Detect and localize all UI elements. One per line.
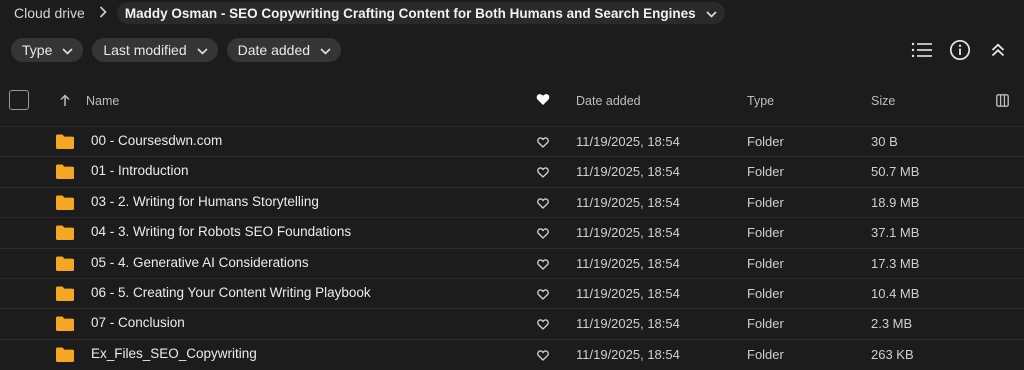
table-row[interactable]: 04 - 3. Writing for Robots SEO Foundatio… [0, 217, 1024, 247]
heart-outline-icon[interactable] [537, 166, 549, 181]
heart-outline-icon[interactable] [537, 197, 549, 212]
breadcrumb-current-folder[interactable]: Maddy Osman - SEO Copywriting Crafting C… [116, 2, 725, 24]
select-all-checkbox[interactable] [9, 90, 29, 110]
file-size: 2.3 MB [871, 316, 913, 332]
date-added: 11/19/2025, 18:54 [576, 225, 680, 241]
table-row[interactable]: 05 - 4. Generative AI Considerations 11/… [0, 247, 1024, 278]
column-header-size[interactable]: Size [871, 94, 895, 108]
folder-icon [56, 347, 74, 365]
folder-icon [56, 225, 74, 243]
file-size: 37.1 MB [871, 225, 920, 241]
chevron-down-icon [706, 6, 717, 21]
breadcrumb-root[interactable]: Cloud drive [12, 5, 87, 21]
heart-outline-icon[interactable] [537, 288, 549, 303]
filter-last-modified-label: Last modified [103, 42, 187, 58]
file-size: 17.3 MB [871, 255, 920, 271]
file-type: Folder [747, 164, 784, 180]
folder-icon [56, 164, 74, 182]
view-toolbar [910, 38, 1010, 62]
file-list: 00 - Coursesdwn.com 11/19/2025, 18:54 Fo… [0, 126, 1024, 369]
file-name[interactable]: 06 - 5. Creating Your Content Writing Pl… [91, 285, 371, 300]
heart-outline-icon[interactable] [537, 227, 549, 242]
file-type: Folder [747, 285, 784, 301]
filter-last-modified[interactable]: Last modified [92, 38, 218, 62]
date-added: 11/19/2025, 18:54 [576, 285, 680, 301]
list-view-icon[interactable] [910, 38, 934, 62]
chevron-down-icon [320, 42, 331, 58]
table-row[interactable]: 01 - Introduction 11/19/2025, 18:54 Fold… [0, 156, 1024, 186]
file-size: 30 B [871, 134, 898, 149]
file-name[interactable]: 05 - 4. Generative AI Considerations [91, 255, 309, 270]
heart-outline-icon[interactable] [537, 136, 549, 151]
folder-icon [56, 256, 74, 274]
column-header-name[interactable]: Name [86, 94, 119, 108]
file-size: 50.7 MB [871, 164, 920, 180]
chevron-right-icon [99, 5, 107, 21]
sort-ascending-icon[interactable] [59, 94, 71, 110]
file-name[interactable]: 01 - Introduction [91, 163, 189, 178]
folder-icon [56, 134, 74, 152]
file-type: Folder [747, 346, 784, 362]
date-added: 11/19/2025, 18:54 [576, 346, 680, 362]
chevron-down-icon [197, 42, 208, 58]
folder-icon [56, 316, 74, 334]
info-icon[interactable] [948, 38, 972, 62]
filter-bar: Type Last modified Date added [11, 38, 342, 62]
file-size: 263 KB [871, 346, 914, 362]
file-type: Folder [747, 194, 784, 210]
favourite-heart-icon[interactable] [536, 93, 550, 109]
file-name[interactable]: Ex_Files_SEO_Copywriting [91, 346, 257, 361]
file-name[interactable]: 00 - Coursesdwn.com [91, 133, 222, 148]
date-added: 11/19/2025, 18:54 [576, 194, 680, 210]
table-header: Name Date added Type Size [0, 86, 1024, 116]
file-type: Folder [747, 134, 784, 149]
date-added: 11/19/2025, 18:54 [576, 255, 680, 271]
file-name[interactable]: 04 - 3. Writing for Robots SEO Foundatio… [91, 224, 351, 239]
file-type: Folder [747, 255, 784, 271]
table-row[interactable]: 00 - Coursesdwn.com 11/19/2025, 18:54 Fo… [0, 126, 1024, 156]
columns-settings-icon[interactable] [996, 94, 1009, 110]
file-type: Folder [747, 316, 784, 332]
filter-type[interactable]: Type [11, 38, 84, 62]
column-header-date-added[interactable]: Date added [576, 94, 641, 108]
file-size: 10.4 MB [871, 285, 920, 301]
filter-type-label: Type [22, 42, 53, 58]
folder-icon [56, 286, 74, 304]
folder-icon [56, 195, 74, 213]
breadcrumb-current-label: Maddy Osman - SEO Copywriting Crafting C… [124, 5, 696, 21]
file-size: 18.9 MB [871, 194, 920, 210]
file-name[interactable]: 03 - 2. Writing for Humans Storytelling [91, 194, 319, 209]
heart-outline-icon[interactable] [537, 258, 549, 273]
file-type: Folder [747, 225, 784, 241]
heart-outline-icon[interactable] [537, 318, 549, 333]
table-row[interactable]: 06 - 5. Creating Your Content Writing Pl… [0, 277, 1024, 308]
filter-date-added[interactable]: Date added [226, 38, 342, 62]
column-header-type[interactable]: Type [747, 94, 774, 108]
date-added: 11/19/2025, 18:54 [576, 134, 680, 149]
table-row[interactable]: 07 - Conclusion 11/19/2025, 18:54 Folder… [0, 308, 1024, 338]
table-row[interactable]: 03 - 2. Writing for Humans Storytelling … [0, 186, 1024, 217]
table-row[interactable]: Ex_Files_SEO_Copywriting 11/19/2025, 18:… [0, 338, 1024, 369]
chevron-down-icon [62, 42, 73, 58]
heart-outline-icon[interactable] [537, 349, 549, 364]
file-name[interactable]: 07 - Conclusion [91, 315, 185, 330]
collapse-icon[interactable] [986, 38, 1010, 62]
date-added: 11/19/2025, 18:54 [576, 164, 680, 180]
filter-date-added-label: Date added [237, 42, 311, 58]
breadcrumb: Cloud drive Maddy Osman - SEO Copywritin… [12, 2, 725, 24]
date-added: 11/19/2025, 18:54 [576, 316, 680, 332]
